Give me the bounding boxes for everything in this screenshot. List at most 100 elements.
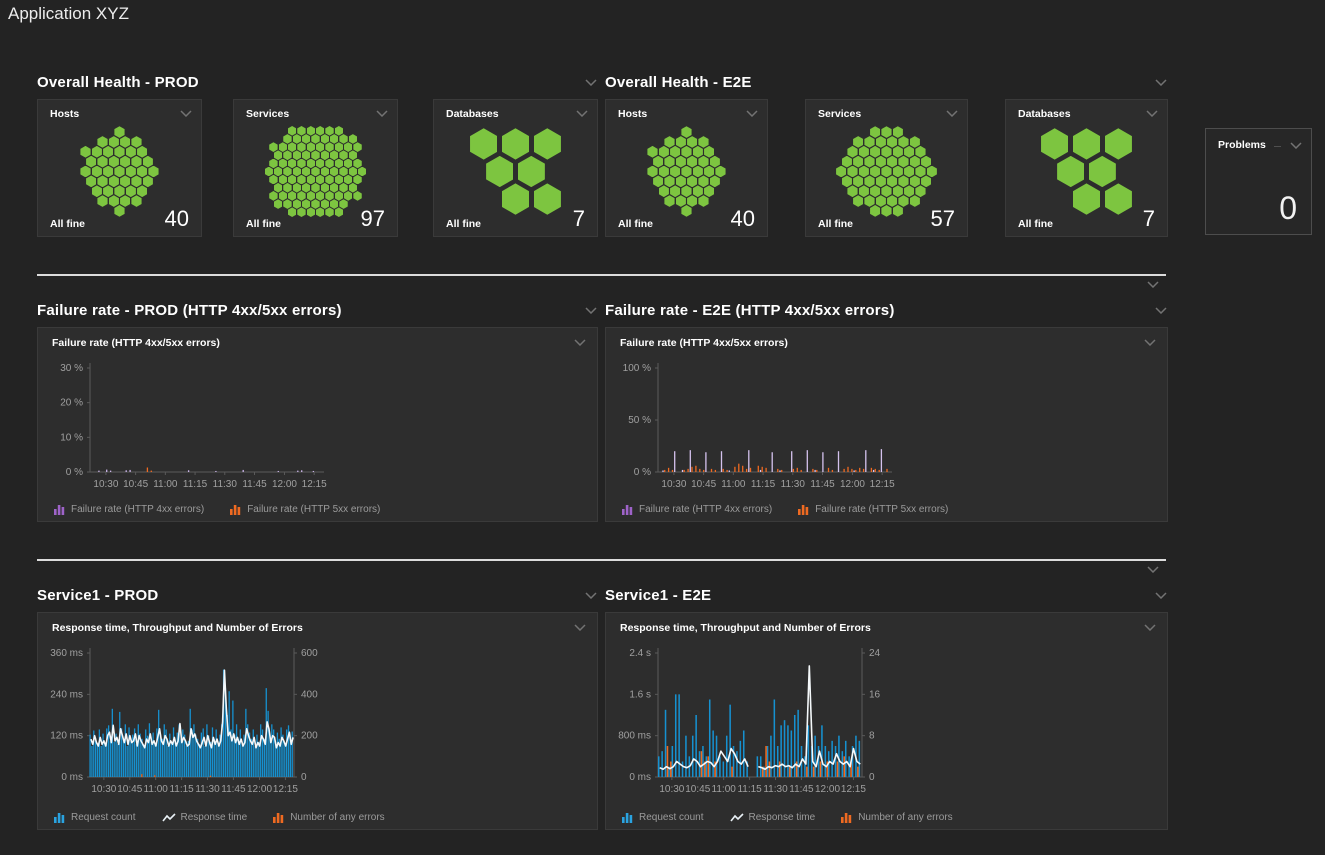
- failure-rate-e2e-chart: 100 %50 %0 %10:3010:4511:0011:1511:3011:…: [608, 356, 908, 496]
- chart-legend: Failure rate (HTTP 4xx errors) Failure r…: [54, 504, 380, 515]
- chevron-down-icon[interactable]: [584, 305, 598, 315]
- svg-text:11:45: 11:45: [789, 784, 814, 795]
- svg-text:11:15: 11:15: [737, 784, 762, 795]
- service1-prod-chart: 360 ms240 ms120 ms0 ms600400200010:3010:…: [40, 641, 340, 801]
- entity-count: 40: [165, 208, 189, 230]
- status-text: All fine: [50, 218, 85, 230]
- svg-text:12:15: 12:15: [870, 479, 895, 490]
- status-text: All fine: [1018, 218, 1053, 230]
- status-text: All fine: [618, 218, 653, 230]
- svg-text:11:15: 11:15: [169, 784, 194, 795]
- chevron-down-icon[interactable]: [1154, 77, 1168, 87]
- problems-count: 0: [1279, 192, 1297, 224]
- chart-title: Response time, Throughput and Number of …: [620, 622, 871, 634]
- tile-label: Services: [818, 108, 861, 120]
- chevron-down-icon[interactable]: [1146, 564, 1160, 574]
- chevron-down-icon[interactable]: [573, 337, 587, 347]
- chevron-down-icon[interactable]: [375, 108, 389, 118]
- svg-text:12:15: 12:15: [841, 784, 866, 795]
- section-header-service-prod: Service1 - PROD: [37, 585, 598, 605]
- chart-legend: Failure rate (HTTP 4xx errors) Failure r…: [622, 504, 948, 515]
- chevron-down-icon[interactable]: [1145, 108, 1159, 118]
- svg-text:12:00: 12:00: [247, 784, 272, 795]
- chevron-down-icon[interactable]: [575, 108, 589, 118]
- svg-text:30 %: 30 %: [60, 363, 83, 374]
- chevron-down-icon[interactable]: [745, 108, 759, 118]
- svg-text:11:15: 11:15: [751, 479, 776, 490]
- svg-text:11:15: 11:15: [183, 479, 208, 490]
- chevron-down-icon[interactable]: [1143, 622, 1157, 632]
- chevron-down-icon[interactable]: [945, 108, 959, 118]
- svg-text:11:30: 11:30: [781, 479, 806, 490]
- chevron-down-icon[interactable]: [179, 108, 193, 118]
- bar-chart-icon: [798, 504, 810, 515]
- svg-text:360 ms: 360 ms: [50, 648, 83, 659]
- svg-text:50 %: 50 %: [628, 415, 651, 426]
- chevron-down-icon[interactable]: [1154, 590, 1168, 600]
- svg-text:0 ms: 0 ms: [61, 772, 83, 783]
- tile-label: Hosts: [50, 108, 79, 120]
- hexagon-honeycomb: [1023, 125, 1151, 218]
- chevron-down-icon[interactable]: [1146, 279, 1160, 289]
- legend-item: Number of any errors: [841, 812, 952, 823]
- hexagon-honeycomb: [252, 125, 380, 218]
- legend-label: Failure rate (HTTP 5xx errors): [247, 504, 380, 515]
- svg-text:2.4 s: 2.4 s: [629, 648, 651, 659]
- section-title-health-e2e: Overall Health - E2E: [605, 74, 752, 91]
- dashboard-title: Application XYZ: [8, 4, 129, 24]
- health-tile-services-e2e[interactable]: Services All fine57: [805, 99, 968, 237]
- health-tile-hosts-e2e[interactable]: Hosts All fine40: [605, 99, 768, 237]
- section-header-service-e2e: Service1 - E2E: [605, 585, 1168, 605]
- chevron-down-icon[interactable]: [1154, 305, 1168, 315]
- svg-text:11:45: 11:45: [221, 784, 246, 795]
- svg-text:11:00: 11:00: [712, 784, 737, 795]
- bar-chart-icon: [622, 812, 634, 823]
- svg-text:0 %: 0 %: [634, 467, 651, 478]
- health-tile-services-prod[interactable]: Services All fine97: [233, 99, 398, 237]
- problems-tile[interactable]: Problems 0: [1205, 128, 1312, 235]
- svg-text:800 ms: 800 ms: [618, 731, 651, 742]
- failure-rate-prod-chart-tile[interactable]: Failure rate (HTTP 4xx/5xx errors) 30 %2…: [37, 327, 598, 522]
- legend-label: Request count: [639, 812, 704, 823]
- legend-label: Request count: [71, 812, 136, 823]
- chevron-down-icon[interactable]: [1289, 140, 1303, 150]
- entity-count: 40: [731, 208, 755, 230]
- svg-text:10:45: 10:45: [685, 784, 710, 795]
- tile-label: Databases: [446, 108, 499, 120]
- legend-item: Request count: [54, 812, 136, 823]
- hexagon-honeycomb: [56, 125, 184, 218]
- failure-rate-e2e-chart-tile[interactable]: Failure rate (HTTP 4xx/5xx errors) 100 %…: [605, 327, 1168, 522]
- health-tile-databases-e2e[interactable]: Databases All fine7: [1005, 99, 1168, 237]
- bar-chart-icon: [54, 812, 66, 823]
- legend-label: Failure rate (HTTP 4xx errors): [639, 504, 772, 515]
- chevron-down-icon[interactable]: [573, 622, 587, 632]
- service1-prod-chart-tile[interactable]: Response time, Throughput and Number of …: [37, 612, 598, 830]
- legend-item: Failure rate (HTTP 4xx errors): [622, 504, 772, 515]
- legend-label: Number of any errors: [290, 812, 384, 823]
- svg-text:10:45: 10:45: [117, 784, 142, 795]
- svg-text:24: 24: [869, 648, 881, 659]
- failure-rate-prod-chart: 30 %20 %10 %0 %10:3010:4511:0011:1511:30…: [40, 356, 340, 496]
- section-divider: [37, 274, 1166, 276]
- legend-label: Failure rate (HTTP 5xx errors): [815, 504, 948, 515]
- chevron-down-icon[interactable]: [1143, 337, 1157, 347]
- legend-label: Failure rate (HTTP 4xx errors): [71, 504, 204, 515]
- health-tile-databases-prod[interactable]: Databases All fine7: [433, 99, 598, 237]
- legend-item: Failure rate (HTTP 5xx errors): [230, 504, 380, 515]
- service1-e2e-chart-tile[interactable]: Response time, Throughput and Number of …: [605, 612, 1168, 830]
- legend-item: Response time: [162, 812, 248, 823]
- svg-text:600: 600: [301, 648, 318, 659]
- svg-text:10 %: 10 %: [60, 432, 83, 443]
- chevron-down-icon[interactable]: [584, 590, 598, 600]
- hexagon-honeycomb: [823, 125, 951, 218]
- chevron-down-icon[interactable]: [584, 77, 598, 87]
- legend-label: Response time: [749, 812, 816, 823]
- legend-item: Request count: [622, 812, 704, 823]
- svg-text:0: 0: [301, 772, 307, 783]
- svg-text:12:00: 12:00: [815, 784, 840, 795]
- legend-item: Response time: [730, 812, 816, 823]
- svg-text:16: 16: [869, 689, 881, 700]
- health-tile-hosts-prod[interactable]: Hosts All fine 40: [37, 99, 202, 237]
- status-text: All fine: [246, 218, 281, 230]
- status-text: All fine: [818, 218, 853, 230]
